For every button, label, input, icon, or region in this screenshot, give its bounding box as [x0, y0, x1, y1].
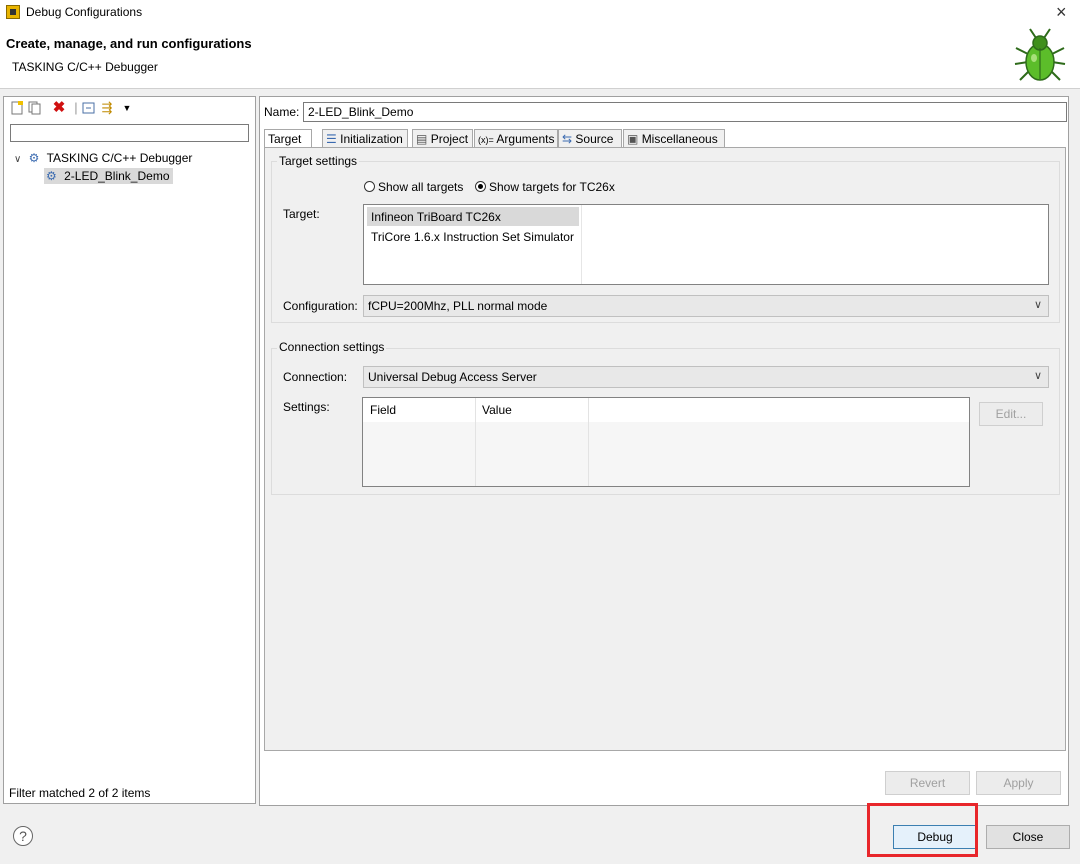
tree-item-label: 2-LED_Blink_Demo — [64, 169, 170, 183]
source-icon: ⇆ — [562, 132, 573, 146]
filter-status: Filter matched 2 of 2 items — [9, 786, 151, 800]
filter-icon[interactable]: ⇶ — [100, 101, 114, 115]
tree-item-debugger-type[interactable]: ∨ ⚙ TASKING C/C++ Debugger — [14, 151, 192, 165]
chevron-down-icon[interactable]: ∨ — [14, 154, 21, 165]
radio-show-all-targets[interactable]: Show all targets — [364, 180, 463, 194]
arguments-icon: (x)= — [478, 135, 494, 145]
configuration-select[interactable]: fCPU=200Mhz, PLL normal mode ∨ — [363, 295, 1049, 317]
delete-icon[interactable]: ✖ — [52, 100, 66, 115]
radio-selected-icon — [475, 181, 486, 192]
settings-table[interactable]: Field Value — [362, 397, 970, 487]
target-list[interactable]: Infineon TriBoard TC26x TriCore 1.6.x In… — [363, 204, 1049, 285]
radio-show-targets-filtered[interactable]: Show targets for TC26x — [475, 180, 615, 194]
title-bar: Debug Configurations × — [0, 0, 1080, 26]
table-body — [363, 422, 969, 486]
target-settings-title: Target settings — [277, 154, 360, 168]
bug-icon — [1014, 28, 1066, 81]
tab-label: Target — [268, 132, 302, 146]
target-item[interactable]: TriCore 1.6.x Instruction Set Simulator — [371, 230, 574, 244]
column-divider — [475, 398, 476, 486]
edit-button[interactable]: Edit... — [979, 402, 1043, 426]
target-label: Target: — [283, 207, 320, 221]
radio-icon — [364, 181, 375, 192]
dropdown-icon[interactable]: ▼ — [120, 101, 134, 115]
connection-label: Connection: — [283, 370, 348, 384]
highlight-annotation-box — [867, 803, 978, 857]
left-toolbar: ✖ | ⇶ ▼ — [4, 97, 255, 119]
dialog-header: Create, manage, and run configurations T… — [0, 26, 1080, 89]
connection-settings-title: Connection settings — [277, 340, 387, 354]
tree-item-label: TASKING C/C++ Debugger — [46, 151, 193, 165]
help-icon[interactable]: ? — [13, 826, 33, 846]
window-title: Debug Configurations — [26, 5, 143, 19]
tab-target[interactable]: Target — [264, 129, 312, 148]
connection-select[interactable]: Universal Debug Access Server ∨ — [363, 366, 1049, 388]
window-icon: ▣ — [627, 132, 639, 146]
debugger-type-icon: ⚙ — [28, 151, 40, 165]
chevron-down-icon: ∨ — [1033, 299, 1042, 311]
close-window-button[interactable]: × — [1056, 2, 1067, 23]
column-divider — [581, 205, 582, 284]
filter-input[interactable] — [10, 124, 249, 142]
divider: | — [74, 100, 78, 115]
name-input[interactable]: 2-LED_Blink_Demo — [303, 102, 1067, 122]
configuration-label: Configuration: — [283, 299, 358, 313]
tab-label: Arguments — [496, 132, 555, 146]
target-item[interactable]: Infineon TriBoard TC26x — [371, 210, 501, 224]
tab-miscellaneous[interactable]: ▣ Miscellaneous — [623, 129, 725, 148]
name-label: Name: — [264, 105, 300, 119]
close-button[interactable]: Close — [986, 825, 1070, 849]
connection-value: Universal Debug Access Server — [368, 370, 537, 384]
document-icon: ▤ — [416, 132, 428, 146]
tab-initialization[interactable]: ☰ Initialization — [322, 129, 408, 148]
header-subtitle: TASKING C/C++ Debugger — [12, 60, 158, 74]
column-header-field[interactable]: Field — [370, 403, 396, 417]
header-title: Create, manage, and run configurations — [6, 36, 252, 51]
configuration-list-panel: ✖ | ⇶ ▼ ∨ ⚙ TASKING C/C++ Debugger ⚙ 2-L… — [3, 96, 256, 804]
tab-label: Miscellaneous — [641, 132, 718, 146]
radio-label: Show all targets — [378, 180, 464, 194]
target-tab-content: Target settings Show all targets Show ta… — [264, 147, 1066, 751]
app-icon — [6, 5, 20, 19]
column-divider — [588, 398, 589, 486]
tab-source[interactable]: ⇆ Source — [558, 129, 622, 148]
tab-project[interactable]: ▤ Project — [412, 129, 473, 148]
collapse-all-icon[interactable] — [82, 101, 96, 115]
chevron-down-icon: ∨ — [1033, 370, 1042, 382]
apply-button[interactable]: Apply — [976, 771, 1061, 795]
revert-button[interactable]: Revert — [885, 771, 970, 795]
radio-label: Show targets for TC26x — [489, 180, 615, 194]
tab-label: Initialization — [340, 132, 403, 146]
new-config-icon[interactable] — [10, 101, 24, 115]
tab-label: Source — [575, 132, 614, 146]
tab-label: Project — [430, 132, 469, 146]
table-header: Field Value — [363, 398, 969, 422]
column-header-value[interactable]: Value — [482, 403, 512, 417]
settings-label: Settings: — [283, 400, 330, 414]
duplicate-icon[interactable] — [28, 101, 42, 115]
debug-config-icon: ⚙ — [46, 169, 57, 183]
tree-item-config[interactable]: ⚙ 2-LED_Blink_Demo — [44, 168, 173, 184]
tab-arguments[interactable]: (x)= Arguments — [474, 129, 558, 148]
configuration-value: fCPU=200Mhz, PLL normal mode — [368, 299, 548, 313]
list-icon: ☰ — [326, 132, 337, 146]
